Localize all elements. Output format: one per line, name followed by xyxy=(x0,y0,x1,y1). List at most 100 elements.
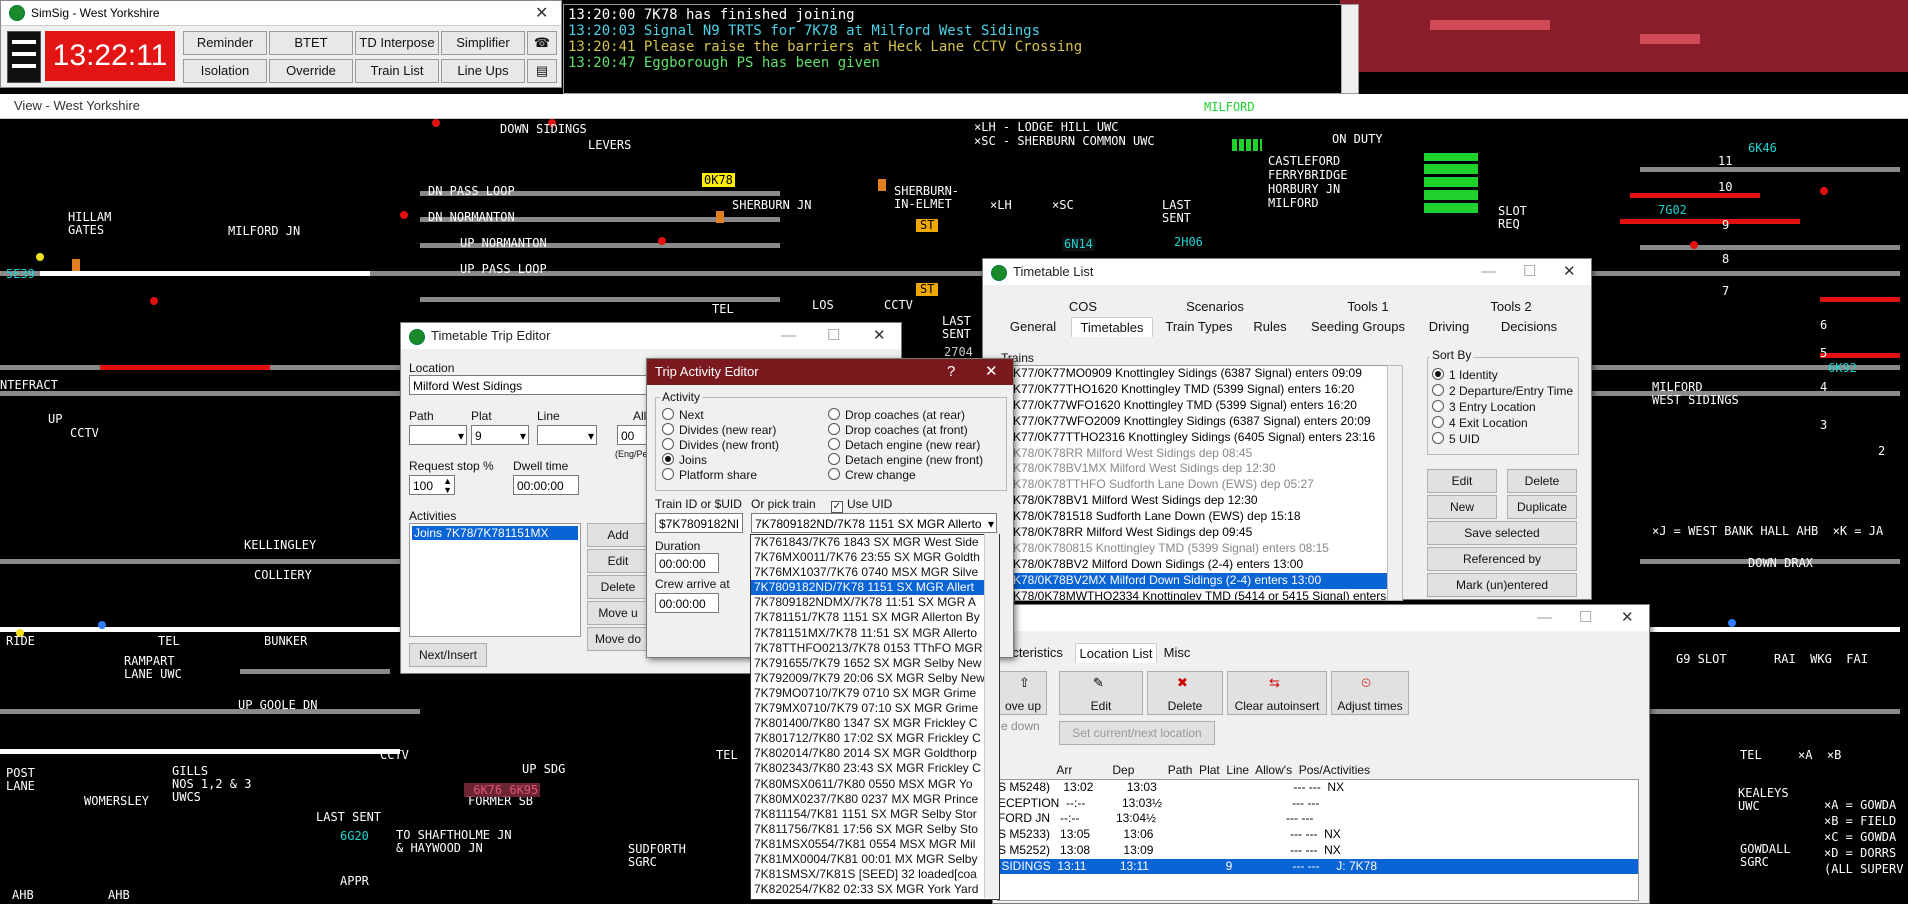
dropdown-option[interactable]: 7K761843/7K76 1843 SX MGR West Side xyxy=(751,535,999,550)
request-stop-spinner[interactable]: 100 ▲ ▼ xyxy=(409,475,455,495)
train-list-item[interactable]: K78/0K78BV2 Milford Down Sidings (2-4) e… xyxy=(1010,557,1388,573)
dropdown-option[interactable]: 7K820254/7K82 02:33 SX MGR York Yard xyxy=(751,882,999,897)
signal-aspect[interactable] xyxy=(1820,187,1828,195)
signal-aspect[interactable] xyxy=(150,297,158,305)
train-list-item[interactable]: K78/0K78RR Milford West Sidings dep 09:4… xyxy=(1010,525,1388,541)
train-id-field[interactable]: $7K7809182NI xyxy=(655,513,743,533)
dropdown-option[interactable]: 7K81MSX0554/7K81 0554 MSX MGR Mil xyxy=(751,837,999,852)
pick-train-select[interactable]: 7K7809182ND/7K78 1151 SX MGR Allerto ▾ xyxy=(751,513,997,533)
train-list-item[interactable]: K77/0K77MO0909 Knottingley Sidings (6387… xyxy=(1010,366,1388,382)
train-list-item[interactable]: K78/0K78TTHFO Sudforth Lane Down (EWS) d… xyxy=(1010,477,1388,493)
close-icon[interactable]: ✕ xyxy=(985,359,998,385)
close-icon[interactable]: ✕ xyxy=(1621,605,1634,631)
tab-general[interactable]: General xyxy=(1001,319,1065,334)
radio-platform-share[interactable]: Platform share xyxy=(662,468,757,482)
tab-seeding-groups[interactable]: Seeding Groups xyxy=(1303,319,1413,334)
dropdown-option[interactable]: 7K802014/7K80 2014 SX MGR Goldthorp xyxy=(751,746,999,761)
train-berth[interactable]: 0K78 xyxy=(702,173,735,187)
dropdown-option[interactable]: 7K792009/7K79 20:06 SX MGR Selby New xyxy=(751,671,999,686)
train-berth[interactable]: _6K76_6K95 xyxy=(464,783,541,797)
train-berth[interactable]: 6K92 xyxy=(1826,361,1859,375)
train-list-item[interactable]: K77/0K77WFO2009 Knottingley Sidings (638… xyxy=(1010,414,1388,430)
minimize-icon[interactable]: — xyxy=(1537,605,1552,631)
radio-drop-rear[interactable]: Drop coaches (at rear) xyxy=(828,408,965,422)
train-list-item[interactable]: K77/0K77THO1620 Knottingley TMD (5399 Si… xyxy=(1010,382,1388,398)
btet-button[interactable]: BTET xyxy=(269,31,353,55)
duplicate-button[interactable]: Duplicate xyxy=(1507,495,1577,519)
sort-exit-radio[interactable]: 4 Exit Location xyxy=(1432,416,1528,430)
location-table[interactable]: S M5248) 13:02 13:03 --- --- NX ECEPTION … xyxy=(997,779,1639,901)
dropdown-option[interactable]: 7K7809182NDMX/7K78 11:51 SX MGR A xyxy=(751,595,999,610)
new-button[interactable]: New xyxy=(1427,495,1497,519)
trains-list-scrollbar[interactable] xyxy=(1387,365,1403,601)
message-log[interactable]: 13:20:00 7K78 has finished joining 13:20:… xyxy=(563,4,1359,94)
train-list-item[interactable]: K78/0K781518 Sudforth Lane Down (EWS) de… xyxy=(1010,509,1388,525)
location-row[interactable]: ECEPTION --:-- 13:03½ --- --- xyxy=(998,796,1638,812)
train-berth[interactable]: 2704 xyxy=(942,345,975,359)
activity-item[interactable]: Joins 7K78/7K781151MX xyxy=(412,526,578,540)
tab-train-types[interactable]: Train Types xyxy=(1159,319,1239,334)
maximize-icon[interactable]: ☐ xyxy=(1523,259,1536,285)
delete-button[interactable]: Delete xyxy=(1507,469,1577,493)
train-list-item[interactable]: K78/0K78BV2MX Milford Down Sidings (2-4)… xyxy=(1010,572,1388,589)
log-scrollbar[interactable] xyxy=(1341,5,1358,93)
dropdown-option[interactable]: 7K78TTHFO0213/7K78 0153 TThFO MGR xyxy=(751,641,999,656)
telephone-icon[interactable]: ☎ xyxy=(527,31,557,55)
mark-unentered-button[interactable]: Mark (un)entered xyxy=(1427,573,1577,597)
train-dropdown-list[interactable]: 7K761843/7K76 1843 SX MGR West Side 7K76M… xyxy=(750,534,1000,900)
override-button[interactable]: Override xyxy=(269,59,353,83)
dropdown-option[interactable]: 7K7809182ND/7K78 1151 SX MGR Allert xyxy=(751,580,999,596)
referenced-by-button[interactable]: Referenced by xyxy=(1427,547,1577,571)
minimize-icon[interactable]: — xyxy=(781,323,796,349)
next-insert-button[interactable]: Next/Insert xyxy=(409,643,487,667)
train-list-button[interactable]: Train List xyxy=(355,59,439,83)
location-row[interactable]: S M5248) 13:02 13:03 --- --- NX xyxy=(998,780,1638,796)
tab-decisions[interactable]: Decisions xyxy=(1483,319,1575,334)
tab-rules[interactable]: Rules xyxy=(1245,319,1295,334)
minimize-icon[interactable]: — xyxy=(1481,259,1496,285)
train-list-item[interactable]: K77/0K77WFO1620 Knottingley TMD (5399 Si… xyxy=(1010,398,1388,414)
sort-entry-radio[interactable]: 3 Entry Location xyxy=(1432,400,1536,414)
dropdown-option[interactable]: 7K801712/7K80 17:02 SX MGR Frickley C xyxy=(751,731,999,746)
plat-select[interactable]: 9 ▾ xyxy=(471,425,529,445)
tab-timetables[interactable]: Timetables xyxy=(1071,317,1153,337)
duration-field[interactable]: 00:00:00 xyxy=(655,553,719,573)
dropdown-option[interactable]: 7K79MX0710/7K79 07:10 SX MGR Grime xyxy=(751,701,999,716)
train-berth[interactable]: 6N14 xyxy=(1062,237,1095,251)
signal-aspect[interactable] xyxy=(36,253,44,261)
dropdown-option[interactable]: 7K81MX0004/7K81 00:01 MX MGR Selby xyxy=(751,852,999,867)
sort-identity-radio[interactable]: 1 Identity xyxy=(1432,368,1498,382)
td-interpose-button[interactable]: TD Interpose xyxy=(355,31,439,55)
dropdown-option[interactable]: 7K80MX0237/7K80 0237 MX MGR Prince xyxy=(751,792,999,807)
sort-departure-radio[interactable]: 2 Departure/Entry Time xyxy=(1432,384,1573,398)
close-icon[interactable]: ✕ xyxy=(873,323,886,349)
radio-joins[interactable]: Joins xyxy=(662,453,707,467)
close-icon[interactable]: ✕ xyxy=(1563,259,1576,285)
train-berth[interactable]: 7G02 xyxy=(1656,203,1689,217)
tab-cos[interactable]: COS xyxy=(1043,299,1123,314)
train-berth[interactable]: 6G20 xyxy=(338,829,371,843)
dropdown-option[interactable]: 7K802343/7K80 23:43 SX MGR Frickley C xyxy=(751,761,999,776)
tab-scenarios[interactable]: Scenarios xyxy=(1155,299,1275,314)
train-berth[interactable]: 5E39 xyxy=(4,267,37,281)
radio-drop-front[interactable]: Drop coaches (at front) xyxy=(828,423,968,437)
move-down-activity-button[interactable]: Move do xyxy=(587,627,649,651)
use-uid-checkbox[interactable]: ✓ Use UID xyxy=(831,497,892,513)
train-list-item[interactable]: K78/0K78RR Milford West Sidings dep 08:4… xyxy=(1010,446,1388,462)
dropdown-option[interactable]: 7K811756/7K81 17:56 SX MGR Selby Sto xyxy=(751,822,999,837)
maximize-icon[interactable]: ☐ xyxy=(1579,605,1592,631)
move-down-button[interactable]: e down xyxy=(1001,719,1040,733)
location-row[interactable]: S M5233) 13:05 13:06 --- --- NX xyxy=(998,827,1638,843)
tab-misc[interactable]: Misc xyxy=(1157,645,1197,660)
save-selected-button[interactable]: Save selected xyxy=(1427,521,1577,545)
close-icon[interactable]: ✕ xyxy=(535,3,548,23)
line-ups-button[interactable]: Line Ups xyxy=(441,59,525,83)
signal-aspect[interactable] xyxy=(1728,619,1736,627)
tab-location-list[interactable]: Location List xyxy=(1075,643,1157,663)
dropdown-option[interactable]: 7K801400/7K80 1347 SX MGR Frickley C xyxy=(751,716,999,731)
tab-tools-2[interactable]: Tools 2 xyxy=(1451,299,1571,314)
train-list-item[interactable]: K78/0K78BV1 Milford West Sidings dep 12:… xyxy=(1010,493,1388,509)
isolation-button[interactable]: Isolation xyxy=(183,59,267,83)
dropdown-option[interactable]: 7K76MX1037/7K76 0740 MSX MGR Silve xyxy=(751,565,999,580)
radio-crew-change[interactable]: Crew change xyxy=(828,468,916,482)
